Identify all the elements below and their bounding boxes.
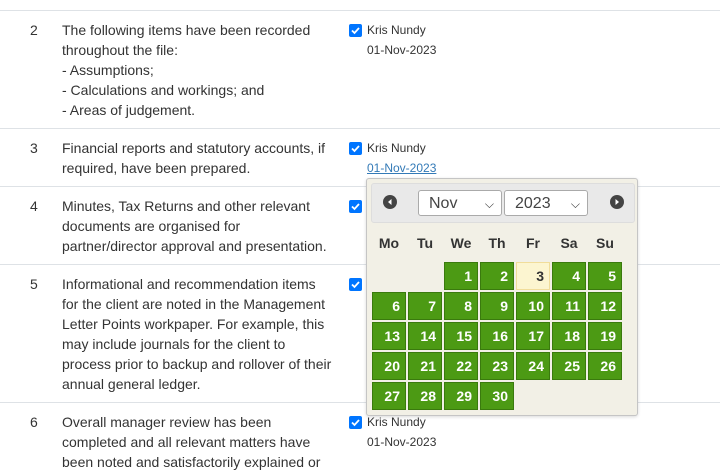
description-line: Letter Points workpaper. For example, th… bbox=[62, 316, 325, 332]
day-cell[interactable]: 6 bbox=[372, 292, 406, 320]
weekday-label: Sa bbox=[560, 235, 578, 251]
datepicker-popup: Nov ⌵ 2023 ⌵ Mo Tu We Th Fr Sa Su 1 2 3 4 5 6 7 8 9 10 1… bbox=[366, 178, 638, 416]
day-cell[interactable]: 30 bbox=[480, 382, 514, 410]
day-cell[interactable]: 7 bbox=[408, 292, 442, 320]
month-select-value: Nov bbox=[429, 195, 458, 212]
weekday-label: Th bbox=[488, 235, 506, 251]
description-line: process prior to backup and rollover of … bbox=[62, 356, 332, 372]
month-select[interactable]: Nov ⌵ bbox=[418, 190, 502, 216]
row-number: 6 bbox=[30, 414, 38, 430]
day-cell[interactable]: 15 bbox=[444, 322, 478, 350]
checkmark-icon bbox=[351, 281, 360, 289]
day-cell[interactable]: 20 bbox=[372, 352, 406, 380]
description-line: for the client are noted in the Manageme… bbox=[62, 296, 326, 312]
day-cell[interactable]: 11 bbox=[552, 292, 586, 320]
signer-name: Kris Nundy bbox=[367, 23, 426, 37]
day-cell[interactable]: 12 bbox=[588, 292, 622, 320]
day-cell-today[interactable]: 3 bbox=[516, 262, 550, 290]
description-line: Informational and recommendation items bbox=[62, 276, 316, 292]
day-cell[interactable]: 9 bbox=[480, 292, 514, 320]
year-select[interactable]: 2023 ⌵ bbox=[504, 190, 588, 216]
day-cell[interactable]: 24 bbox=[516, 352, 550, 380]
day-cell[interactable]: 17 bbox=[516, 322, 550, 350]
prev-month-icon[interactable] bbox=[383, 195, 397, 209]
day-cell[interactable]: 16 bbox=[480, 322, 514, 350]
day-cell[interactable]: 13 bbox=[372, 322, 406, 350]
row-description: Overall manager review has been complete… bbox=[62, 412, 342, 472]
row-number: 2 bbox=[30, 22, 38, 38]
weekday-label: Mo bbox=[378, 235, 400, 251]
description-line: - Assumptions; bbox=[62, 62, 154, 78]
row-number: 3 bbox=[30, 140, 38, 156]
checkmark-icon bbox=[351, 145, 360, 153]
description-line: completed and all relevant matters have bbox=[62, 434, 311, 450]
row-description: Informational and recommendation items f… bbox=[62, 274, 342, 394]
row-description: Financial reports and statutory accounts… bbox=[62, 138, 342, 178]
row-description: Minutes, Tax Returns and other relevant … bbox=[62, 196, 342, 256]
description-line: annual general ledger. bbox=[62, 376, 201, 392]
day-cell[interactable]: 18 bbox=[552, 322, 586, 350]
description-line: - Areas of judgement. bbox=[62, 102, 196, 118]
day-cell[interactable]: 22 bbox=[444, 352, 478, 380]
next-month-icon[interactable] bbox=[610, 195, 624, 209]
signoff-date-link[interactable]: 01-Nov-2023 bbox=[367, 160, 436, 176]
description-line: partner/director approval and presentati… bbox=[62, 238, 327, 254]
signoff-date[interactable]: 01-Nov-2023 bbox=[367, 434, 436, 450]
signer-name: Kris Nundy bbox=[367, 415, 426, 429]
description-line: Overall manager review has been bbox=[62, 414, 272, 430]
day-cell[interactable]: 8 bbox=[444, 292, 478, 320]
day-cell[interactable]: 27 bbox=[372, 382, 406, 410]
signoff-checkbox[interactable] bbox=[349, 24, 362, 37]
description-line: may include journals for the client to bbox=[62, 336, 286, 352]
row-number: 5 bbox=[30, 276, 38, 292]
day-cell[interactable]: 1 bbox=[444, 262, 478, 290]
description-line: - Calculations and workings; and bbox=[62, 82, 265, 98]
day-cell[interactable]: 19 bbox=[588, 322, 622, 350]
row-description: The following items have been recorded t… bbox=[62, 20, 342, 120]
day-cell[interactable]: 28 bbox=[408, 382, 442, 410]
description-line: Financial reports and statutory accounts… bbox=[62, 140, 326, 156]
signoff-checkbox[interactable] bbox=[349, 278, 362, 291]
datepicker-header: Nov ⌵ 2023 ⌵ bbox=[371, 183, 635, 223]
description-line: Minutes, Tax Returns and other relevant bbox=[62, 198, 310, 214]
day-cell[interactable]: 2 bbox=[480, 262, 514, 290]
checkmark-icon bbox=[351, 419, 360, 427]
day-cell[interactable]: 5 bbox=[588, 262, 622, 290]
weekday-label: Tu bbox=[416, 235, 434, 251]
year-select-value: 2023 bbox=[515, 195, 551, 212]
day-cell[interactable]: 25 bbox=[552, 352, 586, 380]
chevron-down-icon: ⌵ bbox=[484, 197, 494, 211]
description-line: The following items have been recorded bbox=[62, 22, 311, 38]
signoff-checkbox[interactable] bbox=[349, 416, 362, 429]
weekday-label: Su bbox=[596, 235, 614, 251]
chevron-down-icon: ⌵ bbox=[570, 197, 580, 211]
day-cell[interactable]: 10 bbox=[516, 292, 550, 320]
weekday-label: We bbox=[450, 235, 472, 251]
day-cell[interactable]: 29 bbox=[444, 382, 478, 410]
checklist-row-2: 2 The following items have been recorded… bbox=[0, 10, 720, 129]
checkmark-icon bbox=[351, 27, 360, 35]
signer-name: Kris Nundy bbox=[367, 141, 426, 155]
signoff-date[interactable]: 01-Nov-2023 bbox=[367, 42, 436, 58]
description-line: documents are organised for bbox=[62, 218, 241, 234]
day-cell[interactable]: 4 bbox=[552, 262, 586, 290]
weekday-label: Fr bbox=[526, 235, 540, 251]
signoff-checkbox[interactable] bbox=[349, 200, 362, 213]
checkmark-icon bbox=[351, 203, 360, 211]
description-line: required, have been prepared. bbox=[62, 160, 251, 176]
day-cell[interactable]: 23 bbox=[480, 352, 514, 380]
row-number: 4 bbox=[30, 198, 38, 214]
day-cell[interactable]: 21 bbox=[408, 352, 442, 380]
day-cell[interactable]: 26 bbox=[588, 352, 622, 380]
signoff-checkbox[interactable] bbox=[349, 142, 362, 155]
day-cell[interactable]: 14 bbox=[408, 322, 442, 350]
description-line: throughout the file: bbox=[62, 42, 178, 58]
description-line: been noted and satisfactorily explained … bbox=[62, 454, 321, 470]
